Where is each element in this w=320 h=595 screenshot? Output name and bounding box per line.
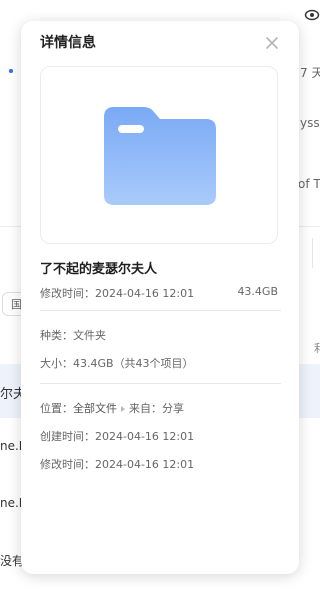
source-value: 分享 <box>162 402 184 415</box>
size-row: 大小：43.4GB（共43个项目） <box>40 355 194 371</box>
size-value: 43.4GB（共43个项目） <box>73 357 194 370</box>
arrow-right-icon <box>121 405 125 412</box>
modified-time-label: 修改时间： <box>40 287 95 300</box>
eye-icon[interactable] <box>304 7 320 23</box>
dialog-title: 详情信息 <box>40 35 96 51</box>
bg-row-text: of T <box>298 177 320 191</box>
modified-time-2: 修改时间：2024-04-16 12:01 <box>40 456 194 472</box>
location-link[interactable]: 全部文件 <box>73 402 117 415</box>
location-row: 位置：全部文件 来自：分享 <box>40 400 184 416</box>
source-label: 来自： <box>129 402 162 415</box>
file-preview <box>40 66 278 244</box>
bg-row-text: 7 天 <box>300 66 320 80</box>
location-label: 位置： <box>40 402 73 415</box>
file-name: 了不起的麦瑟尔夫人 <box>40 262 158 277</box>
bg-row-text: yss c <box>300 116 320 130</box>
modified-time-label: 修改时间： <box>40 458 95 471</box>
divider <box>312 238 313 268</box>
kind-row: 种类：文件夹 <box>40 327 106 343</box>
divider <box>40 310 281 311</box>
created-time: 创建时间：2024-04-16 12:01 <box>40 428 194 444</box>
modified-time-value: 2024-04-16 12:01 <box>95 458 195 471</box>
created-time-label: 创建时间： <box>40 430 95 443</box>
size-label: 大小： <box>40 357 73 370</box>
kind-value: 文件夹 <box>73 329 106 342</box>
created-time-value: 2024-04-16 12:01 <box>95 430 195 443</box>
folder-icon <box>104 107 216 205</box>
kind-label: 种类： <box>40 329 73 342</box>
size-summary: 43.4GB <box>237 285 278 298</box>
status-dot <box>9 69 13 73</box>
divider <box>40 383 281 384</box>
details-dialog: 详情信息 了不起的麦瑟尔夫人 修改时间：2024-04-16 12:01 43.… <box>21 21 299 574</box>
modified-time: 修改时间：2024-04-16 12:01 <box>40 285 194 301</box>
modified-time-value: 2024-04-16 12:01 <box>95 287 195 300</box>
bg-column-text: 利 <box>314 342 320 355</box>
close-icon[interactable] <box>263 34 281 52</box>
